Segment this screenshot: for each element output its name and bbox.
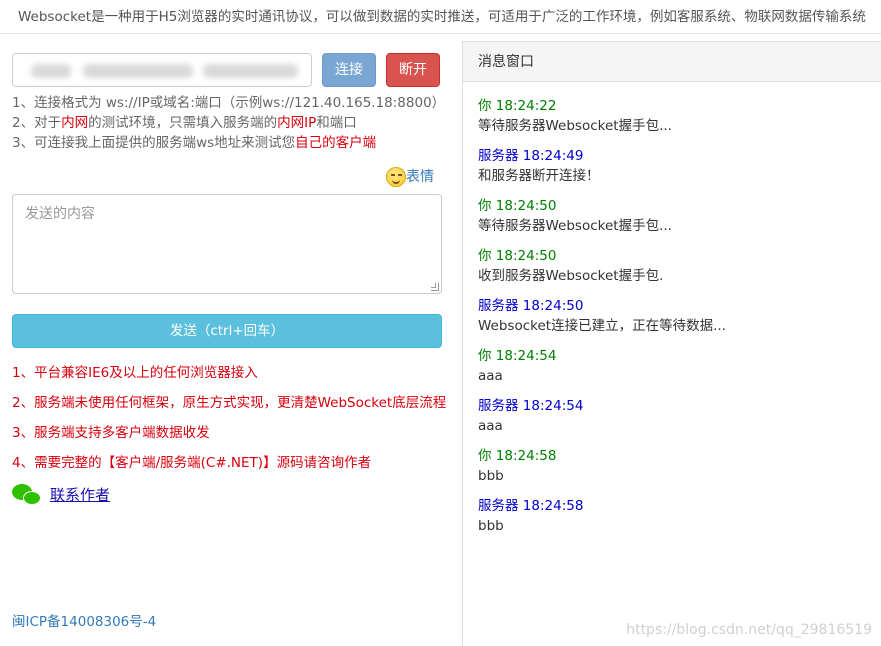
list-item: 你 18:24:54 aaa xyxy=(478,346,881,396)
panel-title: 消息窗口 xyxy=(463,42,881,82)
message-meta: 你 18:24:54 xyxy=(478,348,557,364)
contact-row: 联系作者 xyxy=(12,481,110,509)
server-url-input[interactable] xyxy=(12,53,312,87)
intro-banner: Websocket是一种用于H5浏览器的实时通讯协议，可以做到数据的实时推送，可… xyxy=(0,0,881,34)
message-text: bbb xyxy=(478,518,504,534)
message-meta: 服务器 18:24:49 xyxy=(478,148,584,164)
list-item: 你 18:24:58 bbb xyxy=(478,446,881,496)
disconnect-button[interactable]: 断开 xyxy=(386,53,440,87)
icp-link[interactable]: 闽ICP备14008306号-4 xyxy=(12,610,156,630)
usage-notes: 1、连接格式为 ws://IP或域名:端口（示例ws://121.40.165.… xyxy=(12,93,452,153)
emoji-label: 表情 xyxy=(406,169,434,185)
note-line-2: 2、对于内网的测试环境，只需填入服务端的内网IP和端口 xyxy=(12,115,357,131)
list-item: 你 18:24:50 收到服务器Websocket握手包. xyxy=(478,246,881,296)
message-meta: 服务器 18:24:50 xyxy=(478,298,584,314)
control-panel: 连接 断开 1、连接格式为 ws://IP或域名:端口（示例ws://121.4… xyxy=(12,34,452,646)
message-text: aaa xyxy=(478,368,503,384)
emoji-button[interactable]: 表情 xyxy=(386,166,434,188)
contact-author-link[interactable]: 联系作者 xyxy=(50,486,110,504)
smile-icon xyxy=(386,167,406,187)
message-meta: 你 18:24:50 xyxy=(478,248,557,264)
feature-item: 3、服务端支持多客户端数据收发 xyxy=(12,425,210,441)
list-item: 你 18:24:22 等待服务器Websocket握手包... xyxy=(478,96,881,146)
connection-row: 连接 断开 xyxy=(12,53,452,87)
message-meta: 服务器 18:24:58 xyxy=(478,498,584,514)
message-meta: 你 18:24:50 xyxy=(478,198,557,214)
message-window: 消息窗口 你 18:24:22 等待服务器Websocket握手包... 服务器… xyxy=(462,41,881,646)
message-text: 和服务器断开连接！ xyxy=(478,168,600,184)
list-item: 服务器 18:24:49 和服务器断开连接！ xyxy=(478,146,881,196)
message-text: 等待服务器Websocket握手包... xyxy=(478,118,672,134)
note-line-1: 1、连接格式为 ws://IP或域名:端口（示例ws://121.40.165.… xyxy=(12,95,446,111)
list-item: 你 18:24:50 等待服务器Websocket握手包... xyxy=(478,196,881,246)
message-list[interactable]: 你 18:24:22 等待服务器Websocket握手包... 服务器 18:2… xyxy=(463,82,881,546)
feature-list: 1、平台兼容IE6及以上的任何浏览器接入 2、服务端未使用任何框架，原生方式实现… xyxy=(12,361,460,481)
note-line-3: 3、可连接我上面提供的服务端ws地址来测试您自己的客户端 xyxy=(12,135,377,151)
list-item: 服务器 18:24:58 bbb xyxy=(478,496,881,546)
feature-item: 1、平台兼容IE6及以上的任何浏览器接入 xyxy=(12,365,258,381)
feature-item: 2、服务端未使用任何框架，原生方式实现，更清楚WebSocket底层流程 xyxy=(12,395,447,411)
message-text: bbb xyxy=(478,468,504,484)
send-button[interactable]: 发送（ctrl+回车） xyxy=(12,314,442,348)
resize-handle-icon[interactable] xyxy=(431,283,439,291)
message-meta: 你 18:24:22 xyxy=(478,98,557,114)
list-item: 服务器 18:24:50 Websocket连接已建立，正在等待数据... xyxy=(478,296,881,346)
wechat-icon xyxy=(12,482,44,508)
list-item: 服务器 18:24:54 aaa xyxy=(478,396,881,446)
message-textarea[interactable]: 发送的内容 xyxy=(12,194,442,294)
message-text: aaa xyxy=(478,418,503,434)
message-meta: 服务器 18:24:54 xyxy=(478,398,584,414)
message-placeholder: 发送的内容 xyxy=(25,206,95,222)
message-text: Websocket连接已建立，正在等待数据... xyxy=(478,318,726,334)
message-text: 等待服务器Websocket握手包... xyxy=(478,218,672,234)
message-text: 收到服务器Websocket握手包. xyxy=(478,268,664,284)
connect-button[interactable]: 连接 xyxy=(322,53,376,87)
message-meta: 你 18:24:58 xyxy=(478,448,557,464)
watermark: https://blog.csdn.net/qq_29816519 xyxy=(626,622,872,638)
feature-item: 4、需要完整的【客户端/服务端(C#.NET)】源码请咨询作者 xyxy=(12,455,372,471)
